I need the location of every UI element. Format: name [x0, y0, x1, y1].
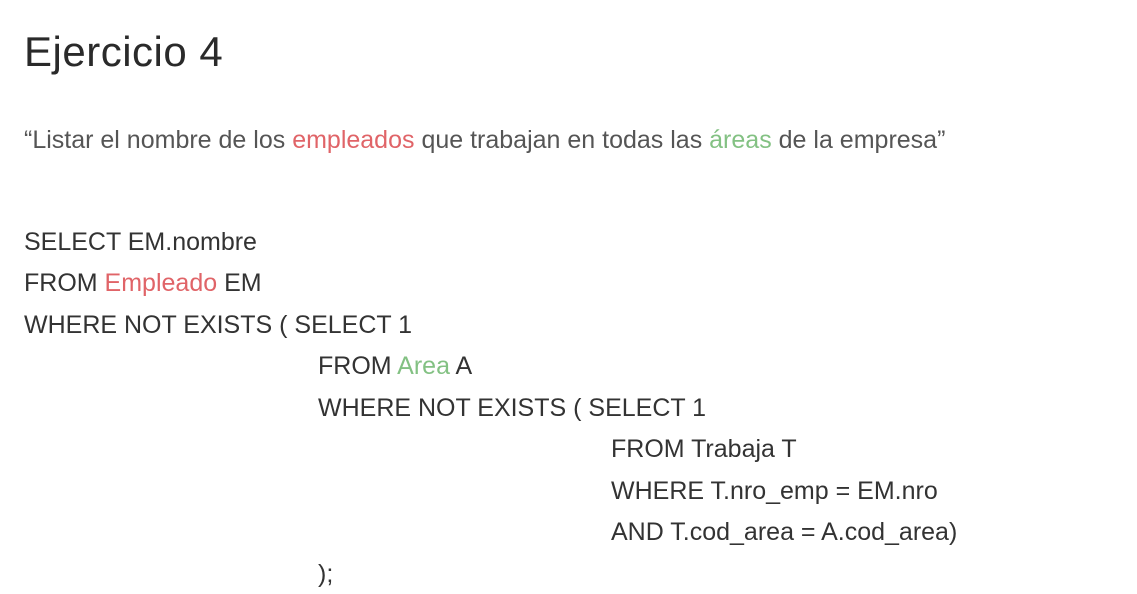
sql-line-from-empleado: FROM Empleado EM [24, 263, 262, 303]
sql-line-close: ); [318, 560, 334, 588]
sql-alias-a: A [449, 352, 473, 380]
exercise-statement: “Listar el nombre de los empleados que t… [24, 122, 945, 158]
sql-alias-em: EM [217, 269, 262, 297]
sql-line-and-cod-area: AND T.cod_area = A.cod_area) [611, 518, 958, 546]
sql-line-select: SELECT EM.nombre [24, 228, 257, 256]
statement-text-3: de la empresa [771, 126, 938, 154]
sql-line-from-area: FROM Area A [318, 346, 472, 386]
sql-table-area: Area [397, 352, 450, 380]
highlight-areas: áreas [709, 126, 772, 154]
exercise-title: Ejercicio 4 [24, 28, 224, 75]
highlight-empleados: empleados [292, 126, 415, 154]
statement-text-1: Listar el nombre de los [32, 126, 293, 154]
statement-text-2: que trabajan en todas las [414, 126, 710, 154]
sql-line-where-not-exists-outer: WHERE NOT EXISTS ( SELECT 1 [24, 311, 413, 339]
close-quote: ” [937, 126, 946, 154]
sql-line-from-trabaja: FROM Trabaja T [611, 435, 797, 463]
sql-line-where-nro-emp: WHERE T.nro_emp = EM.nro [611, 477, 938, 505]
sql-keyword-from: FROM [24, 269, 105, 297]
sql-line-where-not-exists-inner: WHERE NOT EXISTS ( SELECT 1 [318, 394, 707, 422]
sql-table-empleado: Empleado [104, 269, 218, 297]
sql-keyword-from: FROM [318, 352, 398, 380]
